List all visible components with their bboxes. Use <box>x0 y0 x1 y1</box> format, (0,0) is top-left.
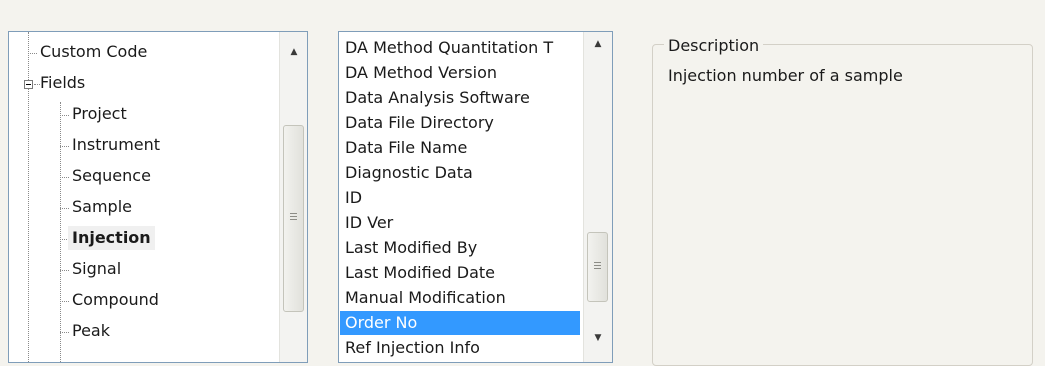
list-item[interactable]: Data File Directory <box>340 111 580 135</box>
grip-line <box>290 216 297 217</box>
tree-item-peak[interactable]: Peak <box>72 319 110 343</box>
tree-connector <box>60 177 69 178</box>
field-list[interactable]: DA Method Quantitation T DA Method Versi… <box>338 31 613 363</box>
tree-connector <box>60 208 69 209</box>
list-item[interactable]: Last Modified Date <box>340 261 580 285</box>
list-item[interactable]: DA Method Version <box>340 61 580 85</box>
list-item[interactable]: Manual Modification <box>340 286 580 310</box>
tree-item-fields[interactable]: Fields <box>40 71 85 95</box>
scroll-down-arrow-icon[interactable]: ▼ <box>584 326 612 350</box>
grip-line <box>594 262 601 263</box>
grip-line <box>290 219 297 220</box>
scroll-up-arrow-icon[interactable]: ▲ <box>584 32 612 56</box>
grip-line <box>290 213 297 214</box>
list-item[interactable]: Data Analysis Software <box>340 86 580 110</box>
list-item-selected[interactable]: Order No <box>340 311 580 335</box>
tree-item-compound[interactable]: Compound <box>72 288 159 312</box>
tree-item-injection[interactable]: Injection <box>68 226 155 250</box>
tree-scrollbar[interactable]: ▲ <box>279 32 307 362</box>
description-text: Injection number of a sample <box>668 66 903 85</box>
scroll-up-arrow-icon[interactable]: ▲ <box>280 40 307 64</box>
description-groupbox <box>652 44 1033 366</box>
tree-connector <box>60 332 69 333</box>
list-item[interactable]: ID <box>340 186 580 210</box>
tree-connector <box>60 270 69 271</box>
tree-item-sample[interactable]: Sample <box>72 195 132 219</box>
grip-line <box>594 268 601 269</box>
tree-connector <box>60 146 69 147</box>
tree-scroll-thumb[interactable] <box>283 125 304 312</box>
tree-item-sequence[interactable]: Sequence <box>72 164 151 188</box>
list-scrollbar[interactable]: ▲ ▼ <box>583 32 612 362</box>
list-item[interactable]: Diagnostic Data <box>340 161 580 185</box>
description-legend: Description <box>664 36 764 56</box>
tree-connector <box>60 115 69 116</box>
tree-guide-line <box>60 102 61 362</box>
list-item[interactable]: Ref Injection Info <box>340 336 580 360</box>
tree-item-instrument[interactable]: Instrument <box>72 133 160 157</box>
list-item[interactable]: Last Modified By <box>340 236 580 260</box>
category-tree[interactable]: Custom Code Fields Project Instrument Se… <box>8 31 308 363</box>
list-scroll-thumb[interactable] <box>587 232 608 302</box>
grip-line <box>594 265 601 266</box>
tree-item-signal[interactable]: Signal <box>72 257 121 281</box>
collapse-icon[interactable] <box>24 80 33 89</box>
tree-connector <box>60 301 69 302</box>
list-item[interactable]: ID Ver <box>340 211 580 235</box>
tree-item-project[interactable]: Project <box>72 102 127 126</box>
list-item[interactable]: DA Method Quantitation T <box>340 36 580 60</box>
list-item[interactable]: Data File Name <box>340 136 580 160</box>
tree-connector <box>28 53 37 54</box>
tree-item-custom-code[interactable]: Custom Code <box>40 40 147 64</box>
